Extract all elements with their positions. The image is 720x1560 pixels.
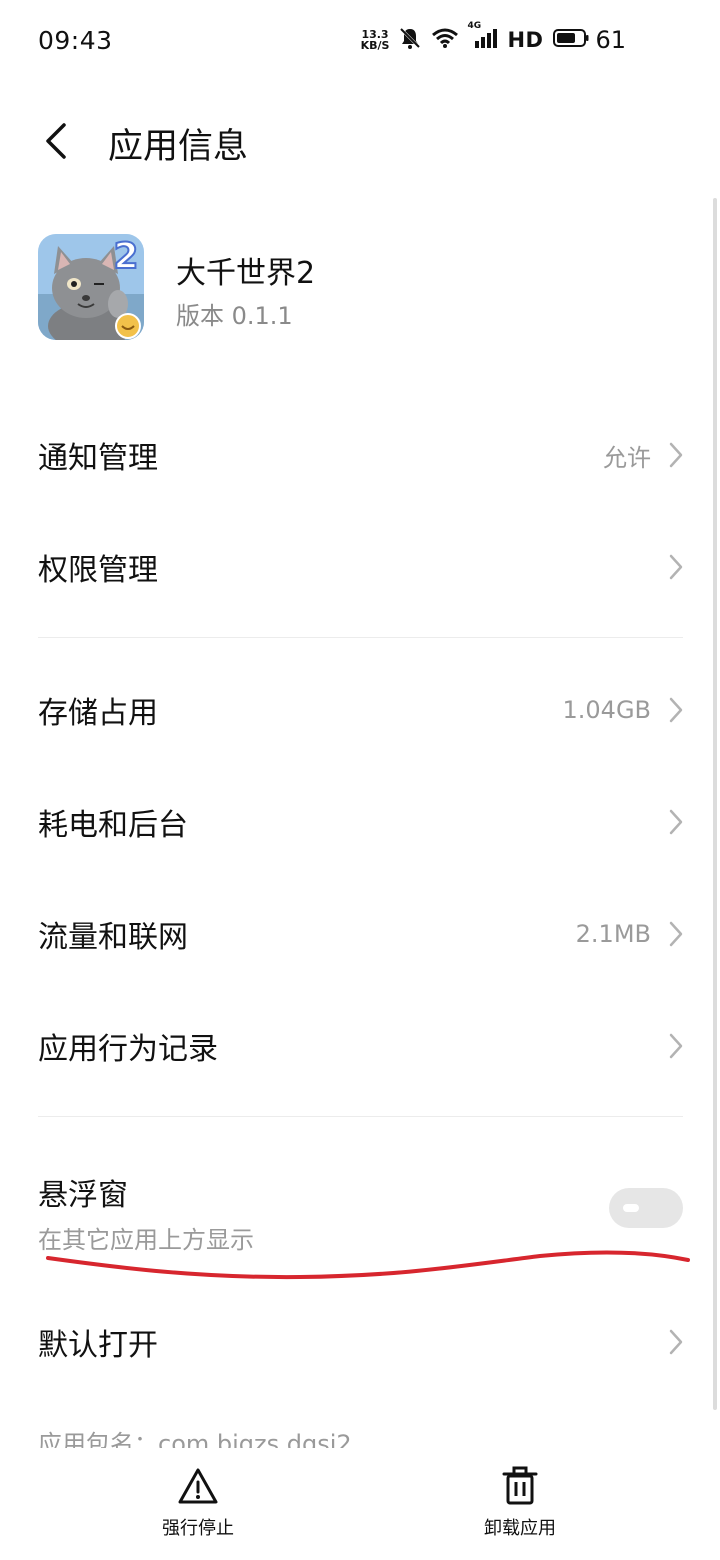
chevron-right-icon xyxy=(669,921,683,947)
chevron-right-icon xyxy=(669,1329,683,1355)
net-speed: 13.3 KB/S xyxy=(361,29,390,51)
app-icon: 2 xyxy=(38,234,144,340)
uninstall-button[interactable]: 卸载应用 xyxy=(440,1466,600,1540)
row-label: 耗电和后台 xyxy=(38,808,188,843)
row-label: 应用行为记录 xyxy=(38,1032,218,1067)
scrollbar[interactable] xyxy=(713,198,717,1410)
cellular-signal-icon: 4G xyxy=(467,21,498,53)
chevron-left-icon xyxy=(46,123,66,159)
chevron-right-icon xyxy=(669,697,683,723)
hd-label: HD xyxy=(507,28,544,52)
force-stop-button[interactable]: 强行停止 xyxy=(118,1466,278,1540)
bottom-action-bar: 强行停止 卸载应用 xyxy=(0,1452,720,1560)
row-default-open[interactable]: 默认打开 xyxy=(38,1286,683,1398)
divider xyxy=(38,1116,683,1117)
status-time: 09:43 xyxy=(38,26,113,55)
chevron-right-icon xyxy=(669,442,683,468)
red-underline-annotation xyxy=(46,1250,690,1280)
uninstall-label: 卸载应用 xyxy=(484,1518,556,1539)
chevron-right-icon xyxy=(669,554,683,580)
row-storage-usage[interactable]: 存储占用 1.04GB xyxy=(38,654,683,766)
row-app-behavior-record[interactable]: 应用行为记录 xyxy=(38,990,683,1102)
row-label: 默认打开 xyxy=(38,1328,158,1363)
app-version: 版本 0.1.1 xyxy=(176,302,293,330)
status-bar: 09:43 13.3 KB/S 4G HD 61 xyxy=(0,0,720,80)
row-value: 2.1MB xyxy=(575,920,651,948)
page-title: 应用信息 xyxy=(108,127,249,167)
battery: 61 xyxy=(553,26,626,54)
net-speed-unit: KB/S xyxy=(360,39,390,52)
chevron-right-icon xyxy=(669,1033,683,1059)
network-type-label: 4G xyxy=(467,21,482,31)
app-info: 2 大千世界2 版本 0.1.1 xyxy=(38,234,678,340)
chevron-right-icon xyxy=(669,809,683,835)
row-label: 流量和联网 xyxy=(38,920,188,955)
trash-icon xyxy=(502,1466,538,1505)
row-battery-and-background[interactable]: 耗电和后台 xyxy=(38,766,683,878)
row-label: 权限管理 xyxy=(38,553,158,588)
status-icons: 13.3 KB/S 4G HD 61 xyxy=(361,21,626,56)
row-data-and-network[interactable]: 流量和联网 2.1MB xyxy=(38,878,683,990)
warning-icon xyxy=(178,1468,218,1504)
row-permission-management[interactable]: 权限管理 xyxy=(38,511,683,623)
mute-bell-icon xyxy=(399,26,421,54)
toggle-knob xyxy=(623,1204,639,1212)
package-name: 应用包名：com.bigzs.dqsj2 xyxy=(38,1430,352,1448)
back-button[interactable] xyxy=(30,116,80,166)
floating-window-title: 悬浮窗 xyxy=(38,1178,128,1213)
app-name: 大千世界2 xyxy=(176,256,316,291)
floating-window-toggle[interactable] xyxy=(609,1188,683,1228)
row-notification-management[interactable]: 通知管理 允许 xyxy=(38,399,683,511)
app-icon-badge-number: 2 xyxy=(113,236,138,277)
header: 应用信息 xyxy=(0,100,720,180)
row-label: 通知管理 xyxy=(38,441,158,476)
force-stop-label: 强行停止 xyxy=(162,1518,234,1539)
wifi-icon xyxy=(431,27,459,53)
row-value: 允许 xyxy=(603,443,651,472)
battery-level: 61 xyxy=(595,26,626,54)
battery-icon xyxy=(553,28,589,52)
row-value: 1.04GB xyxy=(562,696,652,724)
divider xyxy=(38,637,683,638)
row-label: 存储占用 xyxy=(38,696,158,731)
